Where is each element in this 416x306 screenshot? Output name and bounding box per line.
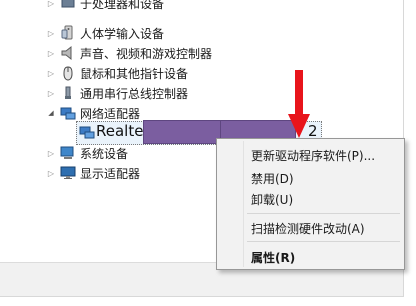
collapse-arrow-icon[interactable]: ◢ (46, 109, 56, 117)
menu-separator (247, 241, 400, 242)
expand-arrow-icon[interactable]: ▷ (46, 69, 56, 78)
tree-item-network[interactable]: ◢ 网络适配器 (46, 103, 140, 123)
computer-icon (60, 145, 76, 161)
menu-item-properties[interactable]: 属性(R) (251, 249, 295, 266)
tree-item-partial[interactable]: ▷ 于处理器和设备 (46, 0, 164, 13)
mouse-icon (60, 65, 76, 81)
expand-arrow-icon[interactable]: ▷ (46, 149, 56, 158)
usb-icon (60, 85, 76, 101)
tree-item-system[interactable]: ▷ 系统设备 (46, 143, 128, 163)
menu-item-update-driver[interactable]: 更新驱动程序软件(P)... (251, 147, 375, 164)
tree-item-display[interactable]: ▷ 显示适配器 (46, 163, 140, 183)
tree-item-label: 声音、视频和游戏控制器 (80, 46, 213, 61)
expand-arrow-icon[interactable]: ▷ (46, 0, 56, 8)
context-menu: 更新驱动程序软件(P)... 禁用(D) 卸载(U) 扫描检测硬件改动(A) 属… (216, 138, 405, 270)
tree-item-mouse[interactable]: ▷ 鼠标和其他指针设备 (46, 63, 188, 83)
tree-item-label: 显示适配器 (80, 166, 141, 181)
tree-item-label: 人体学输入设备 (80, 26, 165, 41)
menu-item-disable[interactable]: 禁用(D) (251, 170, 294, 187)
menu-item-uninstall[interactable]: 卸载(U) (251, 191, 293, 208)
device-icon (60, 0, 76, 11)
tree-item-label: 于处理器和设备 (80, 0, 165, 11)
speaker-icon (60, 45, 76, 61)
menu-separator (247, 213, 400, 214)
monitor-icon (60, 165, 76, 181)
expand-arrow-icon[interactable]: ▷ (46, 89, 56, 98)
network-card-icon (79, 124, 95, 140)
tree-item-usb[interactable]: ▷ 通用串行总线控制器 (46, 83, 188, 103)
expand-arrow-icon[interactable]: ▷ (46, 169, 56, 178)
tree-item-label: 系统设备 (80, 146, 129, 161)
tree-item-label: 鼠标和其他指针设备 (80, 66, 189, 81)
menu-gutter (243, 141, 244, 267)
expand-arrow-icon[interactable]: ▷ (46, 49, 56, 58)
menu-item-scan-hardware[interactable]: 扫描检测硬件改动(A) (251, 220, 365, 237)
tree-item-label: 网络适配器 (80, 106, 141, 121)
red-arrow-annotation (288, 70, 310, 138)
hid-icon (60, 25, 76, 41)
expand-arrow-icon[interactable]: ▷ (46, 29, 56, 38)
tree-item-hid[interactable]: ▷ 人体学输入设备 (46, 23, 164, 43)
tree-item-sound[interactable]: ▷ 声音、视频和游戏控制器 (46, 43, 212, 63)
tree-item-label: 通用串行总线控制器 (80, 86, 189, 101)
redaction-block (143, 120, 221, 144)
network-icon (60, 105, 76, 121)
